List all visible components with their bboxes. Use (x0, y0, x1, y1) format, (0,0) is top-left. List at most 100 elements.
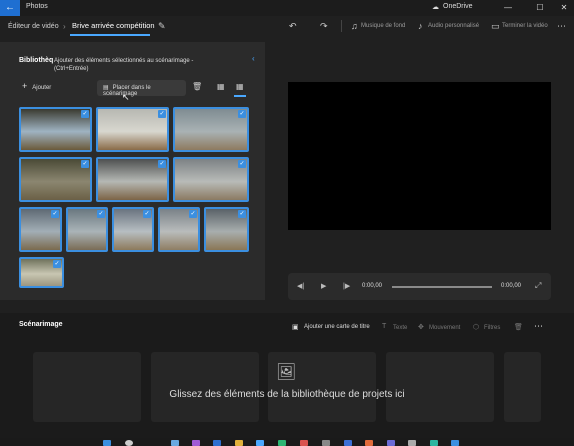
library-thumbnail[interactable]: ✓ (112, 207, 154, 252)
library-thumbnail[interactable]: ✓ (66, 207, 108, 252)
add-label: Ajouter (32, 85, 52, 91)
app-title: Photos (26, 3, 48, 10)
title-bar (0, 0, 574, 16)
onedrive-label[interactable]: OneDrive (443, 3, 473, 10)
filters-icon: ⬡ (473, 324, 480, 331)
title-card-icon: ▣ (292, 324, 299, 331)
cloud-icon: ☁ (432, 4, 439, 11)
selected-check-icon[interactable]: ✓ (189, 210, 197, 218)
taskbar-app-icon[interactable] (278, 440, 286, 446)
taskbar-app-icon[interactable] (256, 440, 264, 446)
place-in-storyboard-button[interactable]: ▤ Placer dans le scénarimage (97, 80, 186, 97)
storyboard-slot (151, 352, 259, 422)
photos-stack-icon: 🖼 (276, 364, 297, 381)
start-icon[interactable] (103, 440, 111, 446)
background-music-button[interactable]: Musique de fond (361, 23, 405, 29)
breadcrumb-video-editor[interactable]: Éditeur de vidéo (8, 23, 59, 30)
storyboard-slot (504, 352, 541, 422)
next-frame-icon[interactable]: |▶ (343, 282, 350, 290)
back-arrow-icon[interactable]: ← (0, 0, 20, 16)
search-icon[interactable] (125, 440, 133, 446)
large-grid-icon[interactable]: ▦ (217, 82, 225, 91)
taskbar-app-icon[interactable] (213, 440, 221, 446)
library-thumbnail[interactable]: ✓ (96, 107, 169, 152)
taskbar-app-icon[interactable] (430, 440, 438, 446)
text-icon: T (382, 323, 387, 330)
finish-video-button[interactable]: Terminer la vidéo (502, 23, 548, 29)
taskbar (0, 438, 574, 446)
undo-icon[interactable]: ↶ (289, 21, 297, 32)
selected-check-icon[interactable]: ✓ (238, 110, 246, 118)
library-thumbnail[interactable]: ✓ (19, 207, 62, 252)
thumbnail-image (98, 159, 167, 200)
selected-check-icon[interactable]: ✓ (81, 160, 89, 168)
library-thumbnail[interactable]: ✓ (204, 207, 249, 252)
taskbar-app-icon[interactable] (300, 440, 308, 446)
breadcrumb-separator: › (63, 22, 66, 31)
taskbar-app-icon[interactable] (365, 440, 373, 446)
library-thumbnail[interactable]: ✓ (19, 157, 92, 202)
taskbar-app-icon[interactable] (408, 440, 416, 446)
library-tooltip: Ajouter des éléments sélectionnés au scé… (54, 58, 194, 72)
taskbar-app-icon[interactable] (322, 440, 330, 446)
filters-button[interactable]: Filtres (484, 325, 500, 331)
library-title: Bibliothèq (19, 57, 54, 64)
seek-bar[interactable] (392, 286, 492, 288)
add-title-card-button[interactable]: Ajouter une carte de titre (304, 324, 370, 330)
selected-check-icon[interactable]: ✓ (81, 110, 89, 118)
selected-check-icon[interactable]: ✓ (97, 210, 105, 218)
collapse-chevron-icon[interactable]: ‹ (252, 54, 255, 63)
music-icon: ♫ (351, 21, 358, 31)
add-button[interactable]: + Ajouter (22, 81, 51, 95)
library-thumbnail[interactable]: ✓ (19, 257, 64, 288)
total-time: 0:00,00 (501, 283, 522, 289)
storyboard-delete-icon[interactable]: 🗑 (514, 323, 523, 331)
maximize-icon[interactable]: ☐ (533, 2, 547, 14)
selected-check-icon[interactable]: ✓ (51, 210, 59, 218)
taskbar-app-icon[interactable] (387, 440, 395, 446)
folder-icon[interactable] (235, 440, 243, 446)
redo-icon[interactable]: ↷ (320, 21, 328, 32)
taskbar-app-icon[interactable] (192, 440, 200, 446)
more-icon[interactable]: ⋯ (557, 21, 566, 32)
photos-taskbar-icon[interactable] (451, 440, 459, 446)
storyboard-slot (33, 352, 141, 422)
motion-icon: ✥ (418, 324, 424, 331)
text-button[interactable]: Texte (393, 325, 407, 331)
pencil-icon[interactable]: ✎ (158, 21, 166, 32)
selected-check-icon[interactable]: ✓ (143, 210, 151, 218)
thumbnail-image (175, 159, 247, 200)
storyboard-more-icon[interactable]: ⋯ (534, 321, 543, 332)
selected-check-icon[interactable]: ✓ (238, 160, 246, 168)
selected-check-icon[interactable]: ✓ (238, 210, 246, 218)
export-icon: ▭ (491, 21, 500, 31)
selected-check-icon[interactable]: ✓ (158, 110, 166, 118)
library-thumbnail[interactable]: ✓ (173, 107, 249, 152)
library-thumbnail[interactable]: ✓ (19, 107, 92, 152)
taskbar-app-icon[interactable] (171, 440, 179, 446)
close-icon[interactable]: ✕ (557, 2, 571, 14)
video-preview[interactable] (288, 82, 551, 230)
selected-check-icon[interactable]: ✓ (53, 260, 61, 268)
minimize-icon[interactable]: — (501, 2, 515, 14)
taskbar-app-icon[interactable] (344, 440, 352, 446)
small-grid-icon[interactable]: ▦ (236, 82, 244, 91)
library-thumbnail[interactable]: ✓ (173, 157, 249, 202)
plus-icon: + (22, 81, 28, 91)
storyboard-slot (386, 352, 494, 422)
motion-button[interactable]: Mouvement (429, 325, 460, 331)
fullscreen-icon[interactable]: ⤢ (535, 281, 541, 291)
audio-icon: ♪ (418, 21, 423, 31)
library-thumbnail[interactable]: ✓ (96, 157, 169, 202)
library-thumbnail[interactable]: ✓ (158, 207, 200, 252)
play-icon[interactable]: ▶ (321, 282, 326, 290)
delete-icon[interactable]: 🗑 (192, 82, 202, 91)
previous-frame-icon[interactable]: ◀| (297, 282, 304, 290)
mouse-cursor-icon: ↖ (122, 92, 130, 102)
thumbnail-image (175, 109, 247, 150)
selected-check-icon[interactable]: ✓ (158, 160, 166, 168)
thumbnail-image (98, 109, 167, 150)
custom-audio-button[interactable]: Audio personnalisé (428, 23, 479, 29)
project-title[interactable]: Brive arrivée compétition (72, 21, 155, 30)
current-time: 0:00,00 (362, 283, 383, 289)
